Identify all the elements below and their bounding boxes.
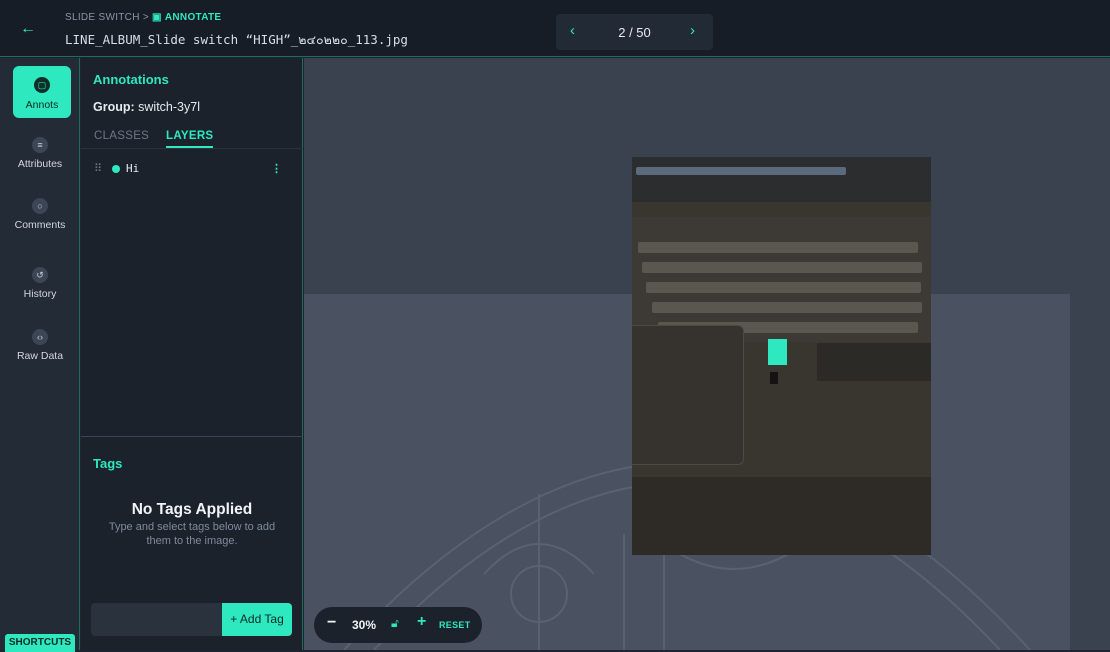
rail-item-label: Attributes: [17, 158, 63, 170]
photo-bottom: [632, 477, 931, 555]
drag-handle-icon[interactable]: ⠿: [94, 162, 102, 175]
layer-name: Hi: [126, 162, 140, 175]
annotation-icon: ▢: [34, 77, 50, 93]
more-vertical-icon[interactable]: ⋮: [271, 162, 282, 175]
group-key: Group:: [93, 100, 135, 114]
rail-item-attributes[interactable]: ≡ Attributes: [0, 137, 80, 170]
annotation-box[interactable]: [768, 339, 787, 365]
rail-item-comments[interactable]: ○ Comments: [0, 198, 80, 231]
code-icon: ‹›: [32, 329, 48, 345]
layer-item[interactable]: ⠿ Hi ⋮: [94, 162, 294, 178]
tab-classes[interactable]: CLASSES: [94, 130, 149, 142]
lock-open-icon[interactable]: 🔓︎: [391, 616, 399, 631]
rail-item-label: History: [23, 288, 57, 300]
layer-color-dot: [112, 165, 120, 173]
group-value: switch-3y7l: [138, 100, 200, 114]
rail-item-label: Raw Data: [16, 350, 64, 362]
breadcrumb: SLIDE SWITCH > ▣ ANNOTATE: [65, 12, 221, 23]
comment-icon: ○: [32, 198, 48, 214]
tags-title: Tags: [93, 456, 123, 471]
image-pager: ‹ 2 / 50 ›: [556, 14, 713, 50]
chevron-right-icon[interactable]: ›: [690, 22, 695, 39]
reset-zoom-button[interactable]: RESET: [439, 620, 471, 630]
zoom-in-button[interactable]: +: [417, 613, 426, 631]
tags-divider: [81, 436, 303, 437]
group-label: Group: switch-3y7l: [93, 100, 200, 114]
no-tags-subtitle: Type and select tags below to add them t…: [108, 521, 276, 547]
zoom-out-button[interactable]: −: [327, 614, 336, 632]
tag-input[interactable]: [91, 603, 226, 636]
panel-title: Annotations: [93, 72, 169, 87]
no-tags-title: No Tags Applied: [131, 501, 253, 518]
zoom-control: − 30% 🔓︎ + RESET: [314, 607, 482, 643]
arrow-left-icon[interactable]: ←: [20, 20, 38, 38]
shortcuts-button[interactable]: SHORTCUTS: [5, 634, 75, 652]
list-icon: ≡: [32, 137, 48, 153]
photo-touchpad: [632, 325, 744, 465]
image-canvas[interactable]: [304, 58, 1110, 650]
annotations-panel: Annotations Group: switch-3y7l CLASSES L…: [81, 58, 303, 650]
rail-item-label: Comments: [14, 219, 66, 231]
add-tag-button[interactable]: + Add Tag: [222, 603, 292, 636]
file-name: LINE_ALBUM_Slide switch “HIGH”_๒๔๐๒๒๐_11…: [65, 32, 408, 47]
rail-item-history[interactable]: ↺ History: [0, 267, 80, 300]
image-icon: ▣: [152, 12, 162, 23]
rail-item-raw-data[interactable]: ‹› Raw Data: [0, 329, 80, 362]
photo-screen: [632, 157, 931, 202]
photo-keyboard: [632, 217, 931, 342]
breadcrumb-current: ANNOTATE: [164, 12, 222, 23]
left-rail: ▢ Annots ≡ Attributes ○ Comments ↺ Histo…: [0, 58, 80, 652]
zoom-level: 30%: [352, 618, 377, 632]
breadcrumb-parent[interactable]: SLIDE SWITCH: [65, 12, 140, 23]
breadcrumb-separator: >: [142, 12, 149, 23]
photo-sticker: [817, 343, 931, 381]
rail-item-label: Annots: [25, 99, 59, 111]
history-icon: ↺: [32, 267, 48, 283]
top-bar: ← SLIDE SWITCH > ▣ ANNOTATE LINE_ALBUM_S…: [0, 0, 1110, 57]
photo-switch: [770, 372, 778, 384]
rail-item-annots[interactable]: ▢ Annots: [13, 66, 71, 118]
tab-divider: [81, 148, 303, 149]
tab-layers[interactable]: LAYERS: [166, 130, 214, 148]
